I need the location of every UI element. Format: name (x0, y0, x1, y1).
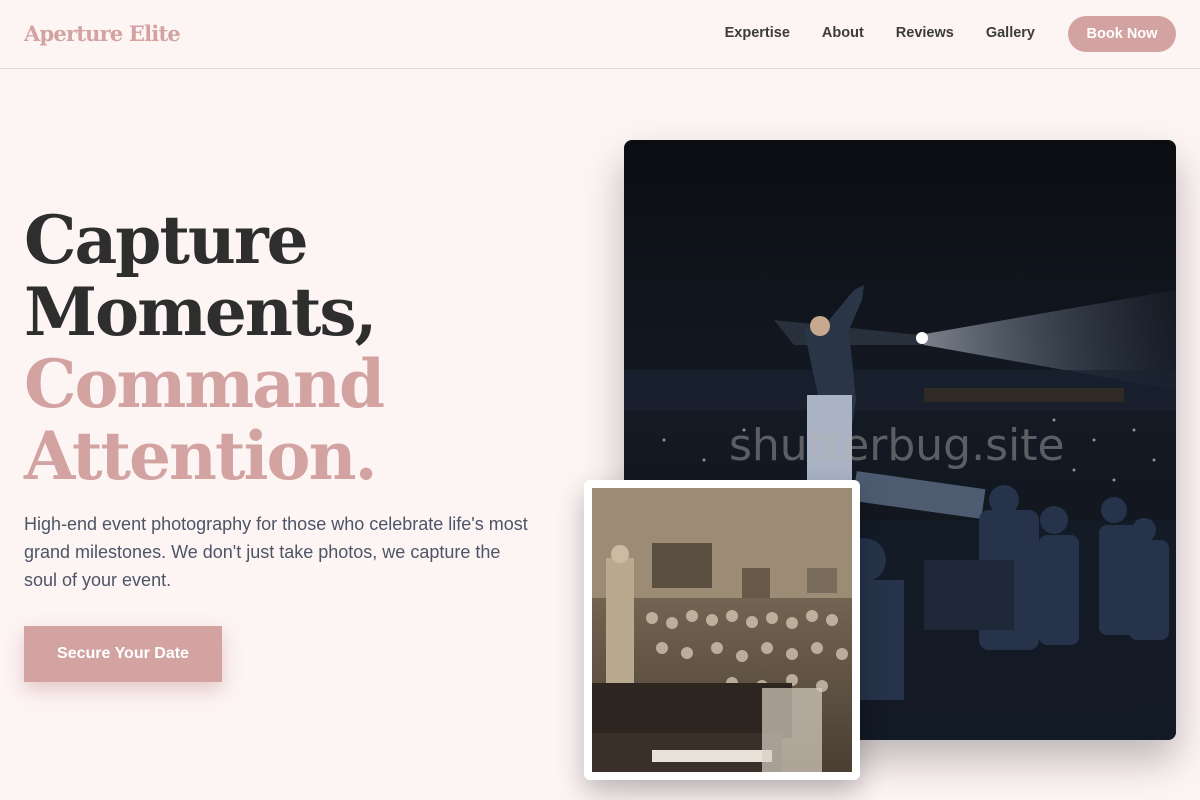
nav-link-gallery[interactable]: Gallery (986, 25, 1035, 41)
vintage-photo-image (592, 488, 852, 772)
hero-title-line-1: Capture (24, 201, 309, 279)
hero-title-line-2: Moments, (24, 273, 378, 351)
nav-links: Expertise About Reviews Gallery (725, 25, 1035, 41)
hero-title-line-4: Attention. (24, 417, 378, 495)
top-nav: Aperture Elite Expertise About Reviews G… (0, 0, 1200, 69)
hero-subtitle: High-end event photography for those who… (24, 514, 528, 590)
vintage-photo-card (584, 480, 860, 780)
hero-title: Capture Moments, Command Attention. (24, 201, 385, 495)
hero-title-line-3: Command (24, 345, 385, 423)
book-now-button[interactable]: Book Now (1068, 16, 1176, 52)
brand-logo[interactable]: Aperture Elite (24, 21, 181, 46)
secure-date-button[interactable]: Secure Your Date (24, 626, 222, 682)
nav-link-reviews[interactable]: Reviews (896, 25, 954, 41)
watermark-text: shutterbug.site (729, 420, 1065, 471)
nav-link-expertise[interactable]: Expertise (725, 25, 790, 41)
nav-link-about[interactable]: About (822, 25, 864, 41)
